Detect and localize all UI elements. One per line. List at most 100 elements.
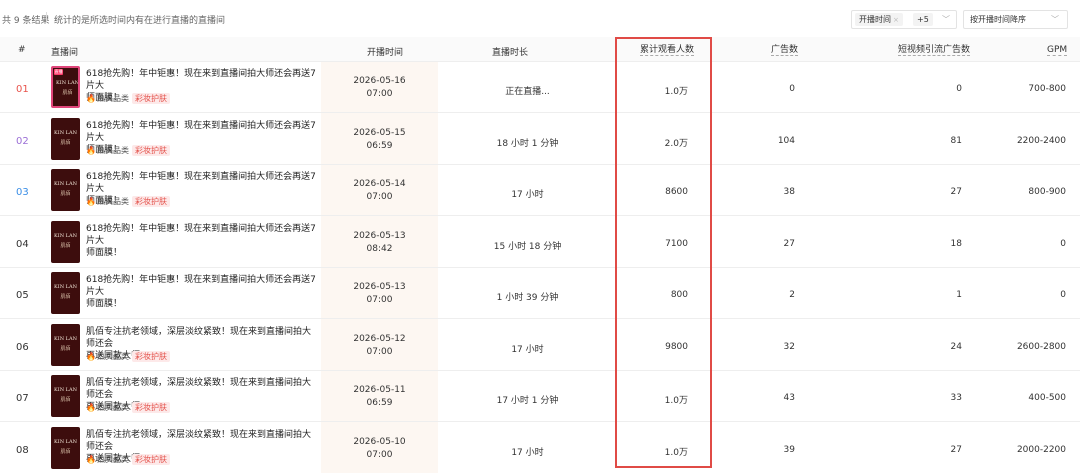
start-time: 06:59 [366,398,393,408]
category-tags: 🔥热卖品类 彩妆护肤 [86,351,170,362]
rank-number: 04 [16,239,29,250]
room-title-line2: 师面膜！ [86,248,123,258]
fire-icon: 🔥 [86,197,96,206]
fire-icon: 🔥 [86,352,96,361]
video-ads-value: 33 [950,393,962,403]
header-rank: # [18,45,26,55]
header-start-time[interactable]: 开播时间 [367,45,403,58]
start-date: 2026-05-13 [353,282,406,292]
header-ads[interactable]: 广告数 [771,45,799,56]
room-title-line1: 618抢先购！年中钜惠！现在来到直播间拍大师还会再送7片大 [86,275,316,297]
room-thumbnail[interactable]: KIN LAN 肌佰 [51,118,80,160]
thumb-sub: 肌佰 [60,191,71,197]
table-row[interactable]: 02 KIN LAN 肌佰 618抢先购！年中钜惠！现在来到直播间拍大师还会再送… [0,114,1080,165]
table-row[interactable]: 01 直播 KIN LAN 肌佰 618抢先购！年中钜惠！现在来到直播间拍大师还… [0,62,1080,113]
ads-value: 32 [783,342,795,352]
start-date: 2026-05-10 [353,437,406,447]
toolbar: 共 9 条结果 统计的是所选时间内有在进行直播的直播间 开播时间 × +5 ﹀ 按… [0,0,1080,36]
thumb-brand: KIN LAN [54,284,77,290]
gpm-value: 0 [1060,290,1066,300]
sort-select-value: 按开播时间降序 [970,15,1026,24]
duration: 17 小时 [511,448,544,458]
hot-label: 热卖品类 [96,197,129,206]
live-badge: 直播 [54,69,63,75]
room-thumbnail[interactable]: KIN LAN 肌佰 [51,375,80,417]
start-date: 2026-05-13 [353,231,406,241]
category-badge: 彩妆护肤 [131,454,170,465]
table-row[interactable]: 03 KIN LAN 肌佰 618抢先购！年中钜惠！现在来到直播间拍大师还会再送… [0,165,1080,216]
thumb-sub: 肌佰 [60,346,71,352]
gpm-value: 2200-2400 [1016,136,1066,146]
start-time: 06:59 [366,141,393,151]
duration: 17 小时 [511,345,544,355]
start-date: 2026-05-16 [353,76,406,86]
table-row[interactable]: 08 KIN LAN 肌佰 肌佰专注抗老领域，深层淡纹紧致！现在来到直播间拍大师… [0,423,1080,473]
filter-chip[interactable]: 开播时间 × [855,13,903,26]
rank-number: 02 [16,136,29,147]
start-time: 07:00 [366,450,393,460]
highlight-box [615,37,712,468]
thumb-sub: 肌佰 [60,397,71,403]
filter-select[interactable]: 开播时间 × +5 ﹀ [851,10,957,29]
room-thumbnail[interactable]: KIN LAN 肌佰 [51,169,80,211]
table-row[interactable]: 07 KIN LAN 肌佰 肌佰专注抗老领域，深层淡纹紧致！现在来到直播间拍大师… [0,371,1080,422]
thumb-brand: KIN LAN [54,233,77,239]
rank-number: 08 [16,445,29,456]
room-thumbnail[interactable]: KIN LAN 肌佰 [51,427,80,469]
room-title-line1: 618抢先购！年中钜惠！现在来到直播间拍大师还会再送7片大 [86,172,316,194]
video-ads-value: 27 [950,445,962,455]
gpm-value: 700-800 [1028,84,1066,94]
room-title[interactable]: 618抢先购！年中钜惠！现在来到直播间拍大师还会再送7片大 师面膜！ [86,274,316,310]
ads-value: 2 [789,290,795,300]
chevron-down-icon[interactable]: ﹀ [942,14,950,25]
table-header: # 直播间 开播时间 直播时长 累计观看人数 广告数 短视频引流广告数 GPM [0,37,1080,62]
video-ads-value: 27 [950,187,962,197]
close-icon[interactable]: × [893,16,899,24]
start-date: 2026-05-15 [353,128,406,138]
fire-icon: 🔥 [86,146,96,155]
thumb-brand: KIN LAN [54,336,77,342]
ads-value: 0 [789,84,795,94]
category-tags: 🔥热卖品类 彩妆护肤 [86,402,170,413]
header-duration[interactable]: 直播时长 [492,45,528,58]
category-badge: 彩妆护肤 [131,145,170,156]
gpm-value: 0 [1060,239,1066,249]
hot-label: 热卖品类 [96,352,129,361]
room-thumbnail[interactable]: 直播 KIN LAN 肌佰 [51,66,80,108]
sort-select[interactable]: 按开播时间降序 ﹀ [963,10,1068,29]
filter-more-count[interactable]: +5 [913,13,933,26]
duration: 15 小时 18 分钟 [493,242,562,252]
duration: 1 小时 39 分钟 [496,293,559,303]
room-thumbnail[interactable]: KIN LAN 肌佰 [51,221,80,263]
room-title-line2: 师面膜！ [86,299,123,309]
room-thumbnail[interactable]: KIN LAN 肌佰 [51,272,80,314]
start-date: 2026-05-14 [353,179,406,189]
thumb-sub: 肌佰 [60,140,71,146]
room-title[interactable]: 618抢先购！年中钜惠！现在来到直播间拍大师还会再送7片大 师面膜！ [86,223,316,259]
category-badge: 彩妆护肤 [131,93,170,104]
rank-number: 01 [16,84,29,95]
room-title-line1: 618抢先购！年中钜惠！现在来到直播间拍大师还会再送7片大 [86,69,316,91]
gpm-value: 2000-2200 [1016,445,1066,455]
rank-number: 05 [16,290,29,301]
start-date: 2026-05-11 [353,385,406,395]
thumb-brand: KIN LAN [54,387,77,393]
start-time: 07:00 [366,89,393,99]
room-title-line1: 肌佰专注抗老领域，深层淡纹紧致！现在来到直播间拍大师还会 [86,327,312,349]
room-thumbnail[interactable]: KIN LAN 肌佰 [51,324,80,366]
chevron-down-icon: ﹀ [1051,15,1059,24]
table-row[interactable]: 04 KIN LAN 肌佰 618抢先购！年中钜惠！现在来到直播间拍大师还会再送… [0,217,1080,268]
video-ads-value: 24 [950,342,962,352]
fire-icon: 🔥 [86,94,96,103]
gpm-value: 400-500 [1028,393,1066,403]
thumb-sub: 肌佰 [60,449,71,455]
table-row[interactable]: 05 KIN LAN 肌佰 618抢先购！年中钜惠！现在来到直播间拍大师还会再送… [0,268,1080,319]
category-badge: 彩妆护肤 [131,402,170,413]
ads-value: 104 [777,136,795,146]
ads-value: 27 [783,239,795,249]
table-row[interactable]: 06 KIN LAN 肌佰 肌佰专注抗老领域，深层淡纹紧致！现在来到直播间拍大师… [0,320,1080,371]
header-video-ads[interactable]: 短视频引流广告数 [898,45,971,56]
header-gpm[interactable]: GPM [1047,45,1068,56]
gpm-value: 2600-2800 [1016,342,1066,352]
category-tags: 🔥热卖品类 彩妆护肤 [86,93,170,104]
